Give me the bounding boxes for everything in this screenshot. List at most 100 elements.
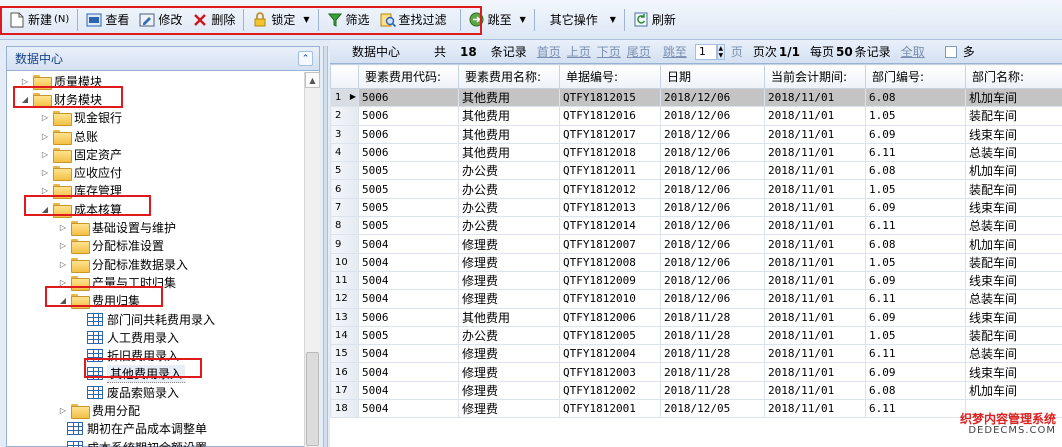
tree-scrollbar[interactable]: ▲	[304, 72, 320, 447]
tree-item[interactable]: ▷ 应收应付	[7, 163, 303, 182]
tree-expanded-arrow-icon[interactable]: ◢	[39, 205, 51, 214]
table-row[interactable]: 5 5005 办公费 QTFY1812011 2018/12/06 2018/11/01 6…	[330, 161, 1062, 181]
next-page-link[interactable]: 下页	[597, 43, 621, 60]
edit-button[interactable]: 修改	[134, 8, 187, 32]
table-row[interactable]: 9 5004 修理费 QTFY1812007 2018/12/06 2018/11/01 6…	[330, 234, 1062, 254]
tree-item[interactable]: ◢ 成本核算	[7, 200, 303, 218]
filter-button[interactable]: 筛选	[322, 8, 375, 32]
find-filter-button[interactable]: 查找过滤	[375, 8, 452, 32]
table-cell: 其他费用	[458, 124, 560, 144]
first-page-link[interactable]: 首页	[537, 43, 561, 60]
folder-icon	[71, 294, 90, 310]
goto-dropdown-arrow-icon[interactable]: ▼	[520, 15, 526, 24]
column-header[interactable]: 要素费用代码:	[358, 64, 459, 89]
tree-collapsed-arrow-icon[interactable]: ▷	[57, 223, 69, 232]
tree-collapsed-arrow-icon[interactable]: ▷	[57, 406, 69, 415]
refresh-button[interactable]: 刷新	[628, 8, 681, 32]
panel-splitter[interactable]	[323, 46, 328, 447]
page-number-input[interactable]: 1	[694, 43, 717, 60]
tree-collapsed-arrow-icon[interactable]: ▷	[57, 278, 69, 287]
column-header[interactable]: 日期	[660, 64, 765, 89]
column-header[interactable]: 单据编号:	[559, 64, 661, 89]
table-row[interactable]: 1 ▶ 5006 其他费用 QTFY1812015 2018/12/06 2018/11/0…	[330, 87, 1062, 108]
collapse-panel-icon[interactable]: ⌃	[298, 51, 313, 66]
new-button[interactable]: 新建 (N)	[4, 8, 74, 32]
column-header[interactable]: 当前会计期间:	[764, 64, 866, 89]
tree-item[interactable]: ▷ 固定资产	[7, 145, 303, 163]
tree-item[interactable]: ▷ 库存管理	[7, 182, 303, 200]
tree-item[interactable]: ▷ 质量模块	[7, 72, 303, 90]
tree-item[interactable]: 成本系统期初余额设置	[7, 438, 303, 447]
tree-item[interactable]: ◢ 费用归集	[7, 292, 303, 310]
tree-collapsed-arrow-icon[interactable]: ▷	[57, 241, 69, 250]
tree-item[interactable]: ◢ 财务模块	[7, 90, 303, 108]
other-ops-button[interactable]: 其它操作 ▼	[538, 8, 621, 32]
tree-item[interactable]: 人工费用录入	[7, 328, 303, 346]
tree-collapsed-arrow-icon[interactable]: ▷	[19, 77, 31, 86]
table-row[interactable]: 6 5005 办公费 QTFY1812012 2018/12/06 2018/11/01 1…	[330, 179, 1062, 199]
column-header[interactable]: 部门编号:	[865, 64, 966, 89]
tree-item[interactable]: 其他费用录入	[7, 364, 303, 383]
tree-item[interactable]: ▷ 产量与工时归集	[7, 273, 303, 291]
table-icon	[87, 349, 103, 363]
table-row[interactable]: 10 5004 修理费 QTFY1812008 2018/12/06 2018/11/01…	[330, 252, 1062, 272]
page-spinner-icon[interactable]: ▲ ▼	[716, 43, 725, 60]
tree-item[interactable]: ▷ 费用分配	[7, 401, 303, 419]
tree-expanded-arrow-icon[interactable]: ◢	[57, 296, 69, 305]
tree-expanded-arrow-icon[interactable]: ◢	[19, 95, 31, 104]
table-cell: 5005	[358, 325, 459, 346]
tree-item[interactable]: ▷ 现金银行	[7, 109, 303, 127]
goto-button[interactable]: 跳至 ▼	[464, 8, 531, 32]
tree-collapsed-arrow-icon[interactable]: ▷	[39, 168, 51, 177]
tree-item-label: 库存管理	[74, 184, 123, 199]
tree-collapsed-arrow-icon[interactable]: ▷	[39, 150, 51, 159]
multi-select-checkbox[interactable]	[944, 45, 957, 58]
table-row[interactable]: 13 5006 其他费用 QTFY1812006 2018/11/28 2018/11/0…	[330, 307, 1062, 327]
scrollbar-thumb[interactable]	[306, 352, 319, 446]
table-row[interactable]: 3 5006 其他费用 QTFY1812017 2018/12/06 2018/11/01…	[330, 124, 1062, 144]
tree-collapsed-arrow-icon[interactable]: ▷	[57, 260, 69, 269]
tree-item[interactable]: ▷ 基础设置与维护	[7, 218, 303, 237]
table-row[interactable]: 4 5006 其他费用 QTFY1812018 2018/12/06 2018/11/01…	[330, 142, 1062, 163]
tree-item[interactable]: 部门间共耗费用录入	[7, 310, 303, 328]
goto-page-link[interactable]: 跳至	[663, 43, 687, 60]
tree-item[interactable]: ▷ 分配标准设置	[7, 237, 303, 255]
table-row[interactable]: 16 5004 修理费 QTFY1812003 2018/11/28 2018/11/01…	[330, 362, 1062, 382]
tree-item[interactable]: 期初在产品成本调整单	[7, 420, 303, 438]
column-header[interactable]: 部门名称:	[965, 64, 1062, 89]
table-row[interactable]: 8 5005 办公费 QTFY1812014 2018/12/06 2018/11/01 6…	[330, 216, 1062, 236]
scroll-up-icon[interactable]: ▲	[305, 72, 320, 88]
table-icon	[87, 367, 103, 381]
table-row[interactable]: 15 5004 修理费 QTFY1812004 2018/11/28 2018/11/01…	[330, 344, 1062, 364]
tree-item[interactable]: 废品索赔录入	[7, 383, 303, 401]
table-row[interactable]: 14 5005 办公费 QTFY1812005 2018/11/28 2018/11/01…	[330, 325, 1062, 346]
table-row[interactable]: 18 5004 修理费 QTFY1812001 2018/12/05 2018/11/01…	[330, 399, 1062, 419]
table-row[interactable]: 12 5004 修理费 QTFY1812010 2018/12/06 2018/11/01…	[330, 289, 1062, 309]
last-page-link[interactable]: 尾页	[627, 43, 651, 60]
table-cell: 办公费	[458, 161, 560, 181]
tree-item[interactable]: ▷ 分配标准数据录入	[7, 255, 303, 273]
table-cell: 其他费用	[458, 307, 560, 327]
tree-collapsed-arrow-icon[interactable]: ▷	[39, 113, 51, 122]
table-cell: 修理费	[458, 380, 560, 401]
prev-page-link[interactable]: 上页	[567, 43, 591, 60]
delete-button[interactable]: 删除	[187, 8, 240, 32]
table-cell: 其他费用	[458, 106, 560, 126]
tree-item[interactable]: 折旧费用录入	[7, 346, 303, 364]
table-row[interactable]: 11 5004 修理费 QTFY1812009 2018/12/06 2018/11/01…	[330, 270, 1062, 291]
table-row[interactable]: 17 5004 修理费 QTFY1812002 2018/11/28 2018/11/01…	[330, 380, 1062, 401]
table-row[interactable]: 2 5006 其他费用 QTFY1812016 2018/12/06 2018/11/01…	[330, 106, 1062, 126]
tree-collapsed-arrow-icon[interactable]: ▷	[39, 186, 51, 195]
other-ops-dropdown-arrow-icon[interactable]: ▼	[610, 15, 616, 24]
table-cell: 2018/11/01	[764, 216, 866, 236]
lock-dropdown-arrow-icon[interactable]: ▼	[303, 15, 309, 24]
table-row[interactable]: 7 5005 办公费 QTFY1812013 2018/12/06 2018/11/01 6…	[330, 197, 1062, 218]
multi-select-label: 多	[962, 45, 975, 59]
tree-collapsed-arrow-icon[interactable]: ▷	[39, 132, 51, 141]
lock-button[interactable]: 锁定 ▼	[247, 8, 314, 32]
tree-item[interactable]: ▷ 总账	[7, 127, 303, 145]
select-all-link[interactable]: 全取	[901, 43, 925, 60]
column-header[interactable]: 要素费用名称:	[458, 64, 560, 89]
toolbar-separator	[77, 8, 79, 31]
view-button[interactable]: 查看	[81, 8, 134, 32]
